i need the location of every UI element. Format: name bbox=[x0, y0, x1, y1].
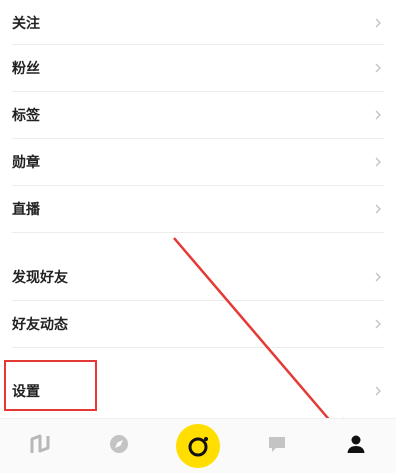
tab-discover[interactable] bbox=[91, 419, 147, 473]
chevron-right-icon bbox=[372, 385, 384, 397]
tab-home[interactable] bbox=[12, 419, 68, 473]
menu-item-label: 粉丝 bbox=[12, 60, 40, 76]
menu-item-tags[interactable]: 标签 bbox=[12, 92, 396, 138]
chevron-right-icon bbox=[372, 109, 384, 121]
divider bbox=[12, 232, 384, 233]
menu-item-friends-feed[interactable]: 好友动态 bbox=[12, 301, 396, 347]
chevron-right-icon bbox=[372, 17, 384, 29]
menu-item-follow[interactable]: 关注 bbox=[12, 0, 396, 46]
divider bbox=[12, 347, 384, 348]
tab-camera[interactable] bbox=[170, 419, 226, 473]
chevron-right-icon bbox=[372, 62, 384, 74]
logo-n-icon bbox=[29, 433, 51, 460]
bottom-tab-bar bbox=[0, 418, 396, 473]
menu-item-label: 直播 bbox=[12, 201, 40, 217]
menu-item-label: 标签 bbox=[12, 107, 40, 123]
menu-item-badges[interactable]: 勋章 bbox=[12, 139, 396, 185]
menu-item-live[interactable]: 直播 bbox=[12, 186, 396, 232]
chevron-right-icon bbox=[372, 156, 384, 168]
menu-item-fans[interactable]: 粉丝 bbox=[12, 45, 396, 91]
chevron-right-icon bbox=[372, 318, 384, 330]
person-icon bbox=[345, 433, 367, 460]
chevron-right-icon bbox=[372, 271, 384, 283]
tab-messages[interactable] bbox=[249, 419, 305, 473]
chevron-right-icon bbox=[372, 203, 384, 215]
chat-bubble-icon bbox=[266, 433, 288, 460]
menu-item-label: 好友动态 bbox=[12, 316, 68, 332]
menu-item-label: 勋章 bbox=[12, 154, 40, 170]
annotation-highlight-box bbox=[4, 360, 97, 411]
compass-icon bbox=[108, 433, 130, 460]
menu-item-label: 发现好友 bbox=[12, 269, 68, 285]
menu-item-label: 关注 bbox=[12, 15, 40, 31]
camera-icon bbox=[175, 424, 220, 468]
menu-item-discover-friends[interactable]: 发现好友 bbox=[12, 254, 396, 300]
tab-profile[interactable] bbox=[328, 419, 384, 473]
